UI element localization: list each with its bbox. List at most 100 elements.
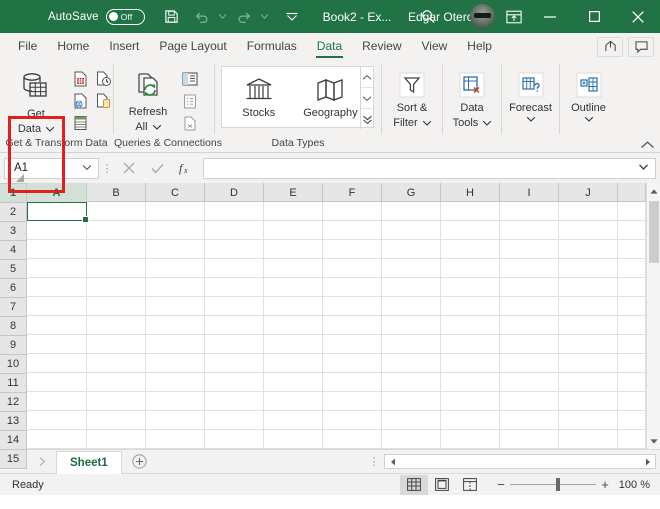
- cell-G2[interactable]: [382, 221, 441, 240]
- data-tools-button[interactable]: Data Tools: [444, 65, 500, 129]
- cell-A8[interactable]: [27, 335, 87, 354]
- cell-I5[interactable]: [500, 278, 559, 297]
- cell-J13[interactable]: [559, 430, 618, 449]
- cell-partial[interactable]: [618, 202, 646, 221]
- cell-D2[interactable]: [205, 221, 264, 240]
- cell-H12[interactable]: [441, 411, 500, 430]
- cell-A10[interactable]: [27, 373, 87, 392]
- cell-H8[interactable]: [441, 335, 500, 354]
- cell-H3[interactable]: [441, 240, 500, 259]
- cell-partial[interactable]: [618, 259, 646, 278]
- row-header-12[interactable]: 12: [0, 393, 26, 412]
- forecast-button[interactable]: Forecast: [503, 65, 559, 122]
- cell-I3[interactable]: [500, 240, 559, 259]
- ribbon-display-options-icon[interactable]: [496, 0, 532, 33]
- cell-G13[interactable]: [382, 430, 441, 449]
- cell-G3[interactable]: [382, 240, 441, 259]
- tab-review[interactable]: Review: [352, 33, 411, 60]
- cell-E8[interactable]: [264, 335, 323, 354]
- cell-B9[interactable]: [87, 354, 146, 373]
- column-header-E[interactable]: E: [264, 183, 323, 202]
- tab-help[interactable]: Help: [457, 33, 502, 60]
- cell-I13[interactable]: [500, 430, 559, 449]
- row-header-2[interactable]: 2: [0, 203, 26, 222]
- get-data-button[interactable]: Get Data: [8, 65, 64, 135]
- cell-B1[interactable]: [87, 202, 146, 221]
- cell-A11[interactable]: [27, 392, 87, 411]
- cell-A5[interactable]: [27, 278, 87, 297]
- row-header-1[interactable]: 1: [0, 184, 26, 203]
- column-header-B[interactable]: B: [87, 183, 146, 202]
- horizontal-scrollbar[interactable]: [384, 454, 656, 469]
- cell-F1[interactable]: [323, 202, 382, 221]
- cell-A6[interactable]: [27, 297, 87, 316]
- cell-E7[interactable]: [264, 316, 323, 335]
- outline-dropdown-icon[interactable]: [584, 116, 593, 122]
- cell-D9[interactable]: [205, 354, 264, 373]
- cell-J2[interactable]: [559, 221, 618, 240]
- cell-J8[interactable]: [559, 335, 618, 354]
- cell-partial[interactable]: [618, 240, 646, 259]
- from-table-range-icon[interactable]: [70, 113, 90, 133]
- stocks-button[interactable]: Stocks: [229, 67, 289, 119]
- data-types-more-icon[interactable]: [361, 109, 373, 129]
- cell-partial[interactable]: [618, 373, 646, 392]
- cell-E9[interactable]: [264, 354, 323, 373]
- insert-function-icon[interactable]: fx: [171, 157, 199, 179]
- cell-F6[interactable]: [323, 297, 382, 316]
- cell-E6[interactable]: [264, 297, 323, 316]
- tab-data[interactable]: Data: [307, 33, 352, 60]
- cell-F9[interactable]: [323, 354, 382, 373]
- cell-J3[interactable]: [559, 240, 618, 259]
- queries-connections-pane-icon[interactable]: [180, 69, 200, 89]
- cell-C1[interactable]: [146, 202, 205, 221]
- cell-C2[interactable]: [146, 221, 205, 240]
- tab-page-layout[interactable]: Page Layout: [149, 33, 236, 60]
- cell-C3[interactable]: [146, 240, 205, 259]
- cell-E5[interactable]: [264, 278, 323, 297]
- cell-E3[interactable]: [264, 240, 323, 259]
- cell-C7[interactable]: [146, 316, 205, 335]
- page-layout-view-icon[interactable]: [428, 475, 456, 495]
- cell-partial[interactable]: [618, 297, 646, 316]
- cell-D13[interactable]: [205, 430, 264, 449]
- row-header-10[interactable]: 10: [0, 355, 26, 374]
- column-header-G[interactable]: G: [382, 183, 441, 202]
- horizontal-scroll-track[interactable]: [400, 455, 640, 468]
- cell-J1[interactable]: [559, 202, 618, 221]
- cell-C13[interactable]: [146, 430, 205, 449]
- cell-J6[interactable]: [559, 297, 618, 316]
- cell-J12[interactable]: [559, 411, 618, 430]
- cell-I10[interactable]: [500, 373, 559, 392]
- add-sheet-icon[interactable]: [122, 454, 158, 469]
- from-web-icon[interactable]: [70, 91, 90, 111]
- refresh-all-button[interactable]: Refresh All: [120, 65, 176, 133]
- sheet-bar-drag-handle[interactable]: ⋮: [364, 455, 384, 468]
- zoom-in-button[interactable]: +: [596, 477, 614, 492]
- cell-E12[interactable]: [264, 411, 323, 430]
- cell-area[interactable]: [27, 202, 646, 449]
- scroll-down-icon[interactable]: [649, 433, 658, 449]
- cell-partial[interactable]: [618, 392, 646, 411]
- redo-dropdown-icon[interactable]: [259, 0, 271, 33]
- cell-D4[interactable]: [205, 259, 264, 278]
- cell-H6[interactable]: [441, 297, 500, 316]
- tab-file[interactable]: File: [8, 33, 47, 60]
- cell-H7[interactable]: [441, 316, 500, 335]
- cell-F2[interactable]: [323, 221, 382, 240]
- cell-G1[interactable]: [382, 202, 441, 221]
- zoom-slider-thumb[interactable]: [556, 478, 560, 491]
- cell-I1[interactable]: [500, 202, 559, 221]
- cell-C4[interactable]: [146, 259, 205, 278]
- cell-D1[interactable]: [205, 202, 264, 221]
- cell-B12[interactable]: [87, 411, 146, 430]
- cell-G10[interactable]: [382, 373, 441, 392]
- cell-E4[interactable]: [264, 259, 323, 278]
- autosave-toggle[interactable]: Off: [105, 8, 145, 25]
- cell-B11[interactable]: [87, 392, 146, 411]
- cell-F7[interactable]: [323, 316, 382, 335]
- cell-D3[interactable]: [205, 240, 264, 259]
- cell-D10[interactable]: [205, 373, 264, 392]
- row-header-7[interactable]: 7: [0, 298, 26, 317]
- collapse-ribbon-icon[interactable]: [641, 141, 654, 149]
